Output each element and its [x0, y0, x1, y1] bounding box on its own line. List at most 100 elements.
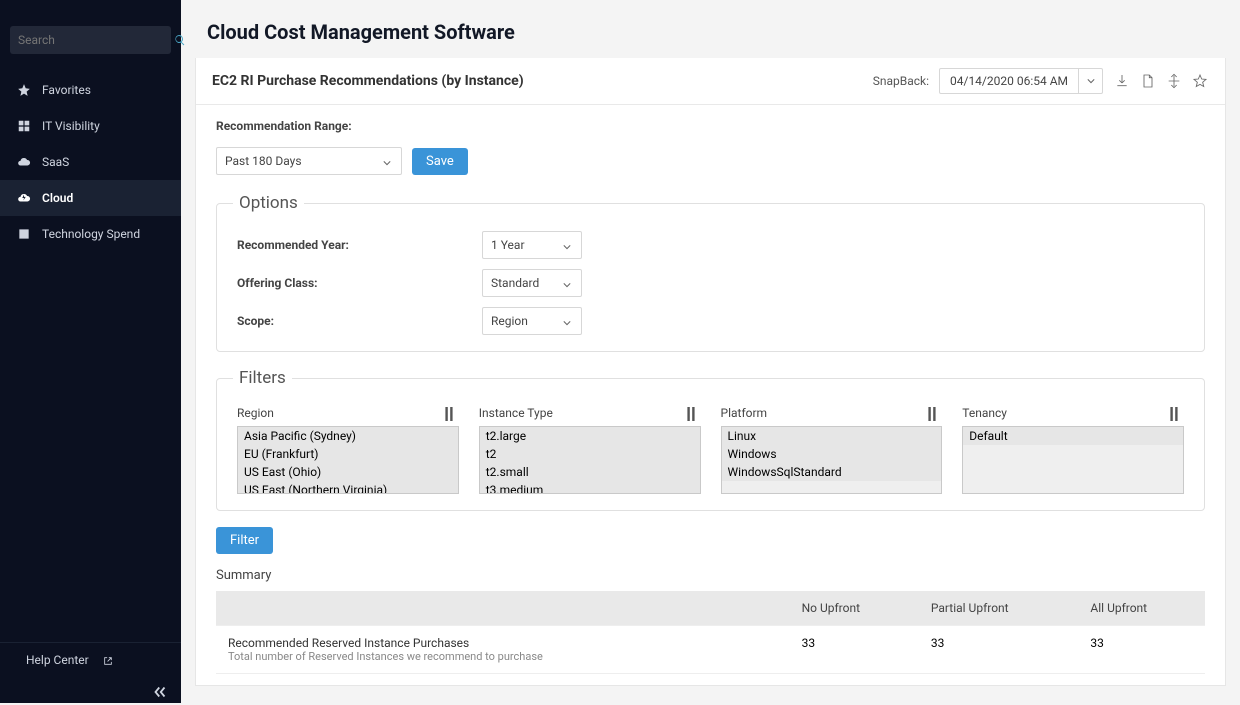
snapback-label: SnapBack:	[873, 74, 929, 88]
favorite-star-icon[interactable]	[1191, 72, 1209, 90]
star-icon	[16, 82, 32, 98]
chevron-down-icon	[563, 240, 573, 250]
summary-table: No Upfront Partial Upfront All Upfront R…	[216, 591, 1205, 685]
list-item[interactable]: US East (Northern Virginia)	[238, 481, 458, 494]
cell: 33	[919, 626, 1079, 674]
download-icon[interactable]	[1113, 72, 1131, 90]
option-value: Standard	[491, 276, 539, 290]
offering-class-select[interactable]: Standard	[482, 269, 582, 297]
summary-title: Summary	[216, 568, 1205, 583]
filter-label: Tenancy	[962, 406, 1007, 420]
collapse-sidebar-icon[interactable]	[151, 683, 169, 697]
cell: 53	[790, 674, 919, 686]
filters-legend: Filters	[233, 368, 292, 388]
list-item[interactable]: Windows	[722, 445, 942, 463]
recommendation-range-value: Past 180 Days	[225, 154, 302, 168]
filter-platform: Platform Linux Windows WindowsSqlStandar…	[721, 406, 943, 494]
snapback-value: 04/14/2020 06:54 AM	[940, 74, 1078, 88]
list-item[interactable]: US East (Ohio)	[238, 463, 458, 481]
filter-tenancy: Tenancy Default	[962, 406, 1184, 494]
export-pdf-icon[interactable]	[1139, 72, 1157, 90]
option-label: Scope:	[237, 314, 482, 328]
option-value: Region	[491, 314, 528, 328]
cloud-speed-icon	[16, 190, 32, 206]
list-item[interactable]: Default	[963, 427, 1183, 445]
sidebar-item-label: IT Visibility	[42, 119, 100, 133]
sidebar-item-label: Technology Spend	[42, 227, 140, 241]
list-item[interactable]: EU (Frankfurt)	[238, 445, 458, 463]
recommended-year-select[interactable]: 1 Year	[482, 231, 582, 259]
save-button[interactable]: Save	[412, 148, 468, 175]
filter-instance-type: Instance Type t2.large t2 t2.small t3.me…	[479, 406, 701, 494]
main: Cloud Cost Management Software EC2 RI Pu…	[181, 0, 1240, 703]
filter-instance-type-list[interactable]: t2.large t2 t2.small t3.medium	[479, 426, 701, 494]
row-main: Total Instance Count for Active Reservat…	[228, 684, 778, 685]
option-label: Recommended Year:	[237, 238, 482, 252]
filter-region-list[interactable]: Asia Pacific (Sydney) EU (Frankfurt) US …	[237, 426, 459, 494]
sort-icon[interactable]	[685, 407, 697, 419]
sidebar-item-label: Cloud	[42, 191, 73, 205]
cell: 0	[1078, 674, 1205, 686]
sidebar-item-favorites[interactable]: Favorites	[0, 72, 181, 108]
scope-select[interactable]: Region	[482, 307, 582, 335]
cell: 33	[1078, 626, 1205, 674]
sort-icon[interactable]	[443, 407, 455, 419]
row-sub: Total number of Reserved Instances we re…	[228, 650, 778, 663]
recommendation-range-label: Recommendation Range:	[216, 119, 1205, 133]
list-item[interactable]: Asia Pacific (Sydney)	[238, 427, 458, 445]
expand-icon[interactable]	[1165, 72, 1183, 90]
list-item[interactable]: WindowsSqlStandard	[722, 463, 942, 481]
filter-label: Platform	[721, 406, 768, 420]
table-row: Total Instance Count for Active Reservat…	[216, 674, 1205, 686]
search-wrap[interactable]	[10, 26, 171, 54]
filter-tenancy-list[interactable]: Default	[962, 426, 1184, 494]
cloud-box-icon	[16, 154, 32, 170]
sidebar-item-technology-spend[interactable]: Technology Spend	[0, 216, 181, 252]
filters-group: Filters Region Asia Pacific (Sydney) EU …	[216, 368, 1205, 511]
panel: EC2 RI Purchase Recommendations (by Inst…	[195, 58, 1226, 686]
panel-head: EC2 RI Purchase Recommendations (by Inst…	[196, 58, 1225, 105]
nav: Favorites IT Visibility SaaS Cloud Techn…	[0, 72, 181, 252]
list-item[interactable]: t2.large	[480, 427, 700, 445]
list-item[interactable]: t3.medium	[480, 481, 700, 494]
chevron-down-icon	[1078, 69, 1102, 93]
help-center-link[interactable]: Help Center	[0, 642, 181, 677]
sidebar-item-cloud[interactable]: Cloud	[0, 180, 181, 216]
snapback-select[interactable]: 04/14/2020 06:54 AM	[939, 68, 1103, 94]
summary-col: Partial Upfront	[919, 591, 1079, 626]
sidebar-item-saas[interactable]: SaaS	[0, 144, 181, 180]
table-row: Recommended Reserved Instance Purchases …	[216, 626, 1205, 674]
sort-icon[interactable]	[1168, 407, 1180, 419]
filter-button[interactable]: Filter	[216, 527, 273, 554]
chevron-down-icon	[563, 278, 573, 288]
chevron-down-icon	[563, 316, 573, 326]
sidebar-item-label: Favorites	[42, 83, 91, 97]
sidebar-item-label: SaaS	[42, 155, 69, 169]
cell: 0	[919, 674, 1079, 686]
chevron-down-icon	[383, 156, 393, 166]
summary-col: All Upfront	[1078, 591, 1205, 626]
summary-col-blank	[216, 591, 790, 626]
option-label: Offering Class:	[237, 276, 482, 290]
filter-region: Region Asia Pacific (Sydney) EU (Frankfu…	[237, 406, 459, 494]
help-label: Help Center	[26, 653, 89, 667]
summary-col: No Upfront	[790, 591, 919, 626]
list-item[interactable]: t2	[480, 445, 700, 463]
row-main: Recommended Reserved Instance Purchases	[228, 636, 778, 650]
sort-icon[interactable]	[926, 407, 938, 419]
external-link-icon	[103, 655, 113, 665]
sidebar-item-it-visibility[interactable]: IT Visibility	[0, 108, 181, 144]
options-legend: Options	[233, 193, 304, 213]
search-input[interactable]	[18, 33, 174, 47]
cell: 33	[790, 626, 919, 674]
search-icon	[174, 31, 186, 50]
option-value: 1 Year	[491, 238, 525, 252]
recommendation-range-select[interactable]: Past 180 Days	[216, 147, 402, 175]
list-item[interactable]: Linux	[722, 427, 942, 445]
brand-title: Cloud Cost Management Software	[181, 0, 1240, 58]
list-item[interactable]: t2.small	[480, 463, 700, 481]
filter-platform-list[interactable]: Linux Windows WindowsSqlStandard	[721, 426, 943, 494]
filter-label: Region	[237, 406, 274, 420]
options-group: Options Recommended Year: 1 Year Offerin…	[216, 193, 1205, 352]
filter-label: Instance Type	[479, 406, 553, 420]
